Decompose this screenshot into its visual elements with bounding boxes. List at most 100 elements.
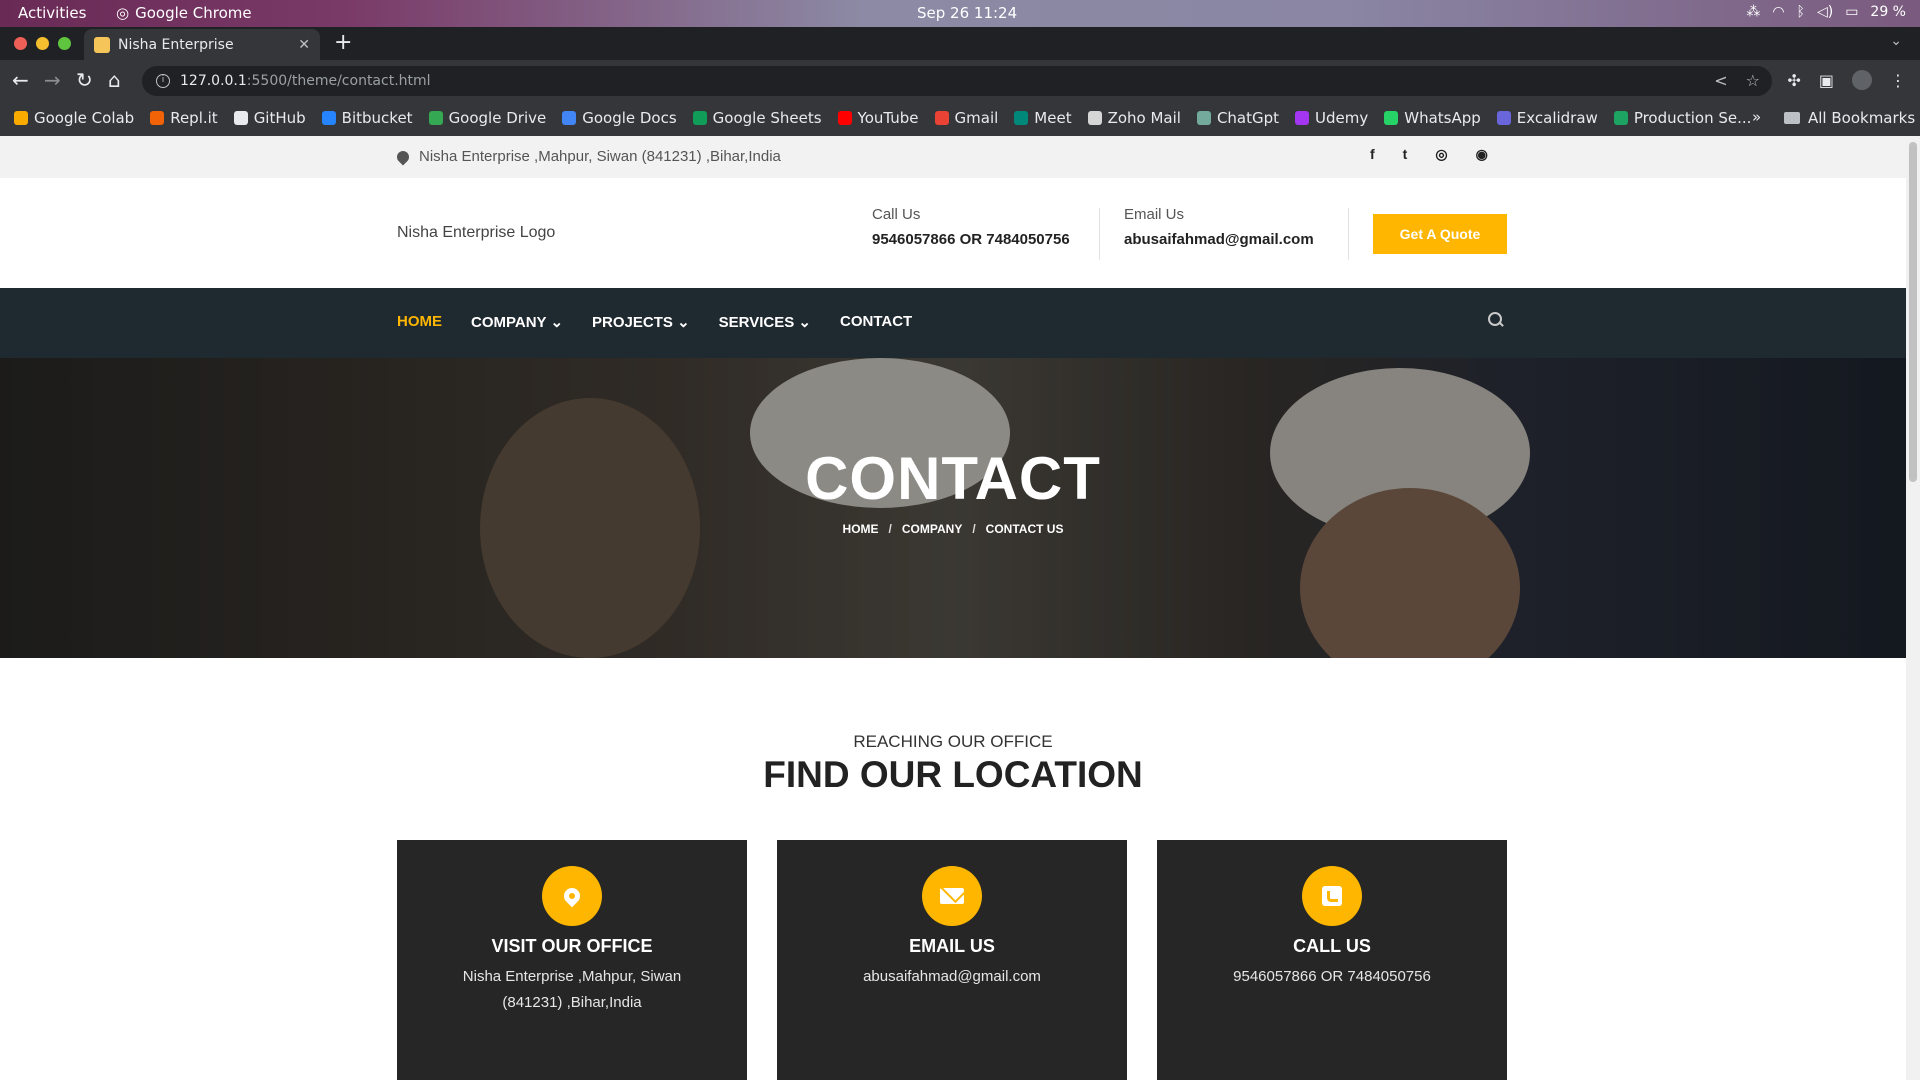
bookmark-label: Zoho Mail: [1107, 109, 1181, 127]
activities-button[interactable]: Activities: [18, 4, 86, 22]
breadcrumb-company[interactable]: COMPANY: [902, 522, 962, 536]
bookmarks-overflow-icon[interactable]: »: [1752, 108, 1761, 126]
contact-card-call: CALL US 9546057866 OR 7484050756: [1157, 840, 1507, 1080]
clock[interactable]: Sep 26 11:24: [917, 4, 1017, 22]
nav-company[interactable]: COMPANY ⌄: [471, 313, 563, 331]
bookmark-item[interactable]: Zoho Mail: [1087, 109, 1181, 127]
app-name: Google Chrome: [135, 4, 252, 22]
back-arrow-icon[interactable]: ←: [12, 69, 29, 91]
bookmark-item[interactable]: ChatGpt: [1196, 109, 1280, 127]
tab-close-icon[interactable]: ✕: [298, 37, 310, 53]
header-email-block: Email Us abusaifahmad@gmail.com: [1124, 206, 1314, 248]
side-panel-icon[interactable]: ▣: [1819, 71, 1834, 90]
bookmark-item[interactable]: Repl.it: [150, 109, 218, 127]
bookmark-label: Google Drive: [448, 109, 547, 127]
scrollbar-thumb[interactable]: [1909, 142, 1917, 482]
get-quote-button[interactable]: Get A Quote: [1373, 214, 1507, 254]
close-window-button[interactable]: [14, 37, 27, 50]
nav-company-label: COMPANY: [471, 314, 547, 331]
header-divider: [1348, 208, 1349, 260]
share-icon[interactable]: <: [1714, 71, 1727, 90]
bookmark-item[interactable]: Google Colab: [14, 109, 134, 127]
facebook-icon[interactable]: f: [1370, 146, 1375, 163]
bookmark-label: WhatsApp: [1404, 109, 1481, 127]
minimize-window-button[interactable]: [36, 37, 49, 50]
card-title: VISIT OUR OFFICE: [491, 936, 653, 956]
all-bookmarks-label: All Bookmarks: [1808, 109, 1916, 127]
forward-arrow-icon[interactable]: →: [44, 69, 61, 91]
bookmark-label: Gmail: [954, 109, 999, 127]
site-info-icon[interactable]: i: [156, 74, 170, 88]
bookmark-label: ChatGpt: [1216, 109, 1280, 127]
new-tab-button[interactable]: +: [334, 30, 352, 55]
card-text: Nisha Enterprise ,Mahpur, Siwan (841231)…: [462, 968, 682, 1011]
bookmark-label: GitHub: [253, 109, 306, 127]
bookmark-star-icon[interactable]: ☆: [1746, 71, 1760, 90]
bookmark-label: Bitbucket: [341, 109, 413, 127]
bookmark-item[interactable]: Google Docs: [562, 109, 677, 127]
home-icon[interactable]: ⌂: [108, 69, 121, 91]
breadcrumb-current: CONTACT US: [985, 522, 1064, 536]
os-top-bar: Activities ◎ Google Chrome Sep 26 11:24 …: [0, 0, 1920, 27]
bookmark-item[interactable]: GitHub: [233, 109, 306, 127]
app-menu[interactable]: ◎ Google Chrome: [116, 4, 252, 22]
network-icon: ⁂: [1746, 4, 1761, 20]
menu-kebab-icon[interactable]: ⋮: [1890, 71, 1906, 90]
instagram-icon[interactable]: ◎: [1435, 146, 1447, 163]
bookmark-item[interactable]: Google Sheets: [692, 109, 822, 127]
site-logo[interactable]: Nisha Enterprise Logo: [397, 224, 555, 242]
bookmark-item[interactable]: Production Se...: [1613, 109, 1752, 127]
nav-projects[interactable]: PROJECTS ⌄: [592, 313, 690, 331]
card-title: EMAIL US: [909, 936, 995, 956]
tab-search-chevron-icon[interactable]: ⌄: [1890, 33, 1902, 49]
call-label: Call Us: [872, 206, 921, 223]
bookmark-label: Excalidraw: [1516, 109, 1598, 127]
chevron-down-icon: ⌄: [798, 314, 811, 331]
bookmark-label: Meet: [1034, 109, 1072, 127]
bookmark-label: Udemy: [1315, 109, 1369, 127]
nav-home[interactable]: HOME: [397, 313, 442, 331]
profile-avatar[interactable]: [1852, 70, 1872, 90]
battery-icon: ▭: [1845, 4, 1859, 20]
reload-icon[interactable]: ↻: [76, 69, 93, 91]
browser-tab[interactable]: Nisha Enterprise ✕: [84, 29, 320, 60]
nav-projects-label: PROJECTS: [592, 314, 673, 331]
breadcrumb: HOME / COMPANY / CONTACT US: [0, 522, 1906, 536]
bookmark-item[interactable]: YouTube: [837, 109, 919, 127]
bookmark-item[interactable]: Excalidraw: [1496, 109, 1598, 127]
bookmark-favicon-icon: [233, 111, 248, 125]
hero-banner: CONTACT HOME / COMPANY / CONTACT US: [0, 358, 1906, 658]
folder-icon: [1784, 112, 1800, 124]
favicon-icon: [94, 36, 110, 53]
all-bookmarks-button[interactable]: All Bookmarks: [1784, 109, 1915, 127]
bookmark-favicon-icon: [1087, 111, 1102, 125]
nav-contact[interactable]: CONTACT: [840, 313, 912, 331]
chrome-icon: ◎: [116, 4, 130, 22]
extensions-icon[interactable]: ✣: [1787, 71, 1800, 90]
search-icon[interactable]: [1488, 312, 1504, 328]
bookmark-item[interactable]: Gmail: [934, 109, 999, 127]
twitter-icon[interactable]: t: [1403, 146, 1408, 163]
bookmark-label: Production Se...: [1633, 109, 1752, 127]
bookmark-favicon-icon: [1496, 111, 1511, 125]
bookmark-item[interactable]: WhatsApp: [1384, 109, 1481, 127]
bookmark-label: YouTube: [857, 109, 919, 127]
maximize-window-button[interactable]: [58, 37, 71, 50]
bookmark-favicon-icon: [1384, 111, 1399, 125]
chevron-down-icon: ⌄: [677, 314, 690, 331]
bookmark-favicon-icon: [14, 111, 28, 125]
page-scrollbar[interactable]: [1906, 136, 1920, 1080]
bookmark-item[interactable]: Udemy: [1295, 109, 1368, 127]
email-value: abusaifahmad@gmail.com: [1124, 231, 1314, 248]
nav-services[interactable]: SERVICES ⌄: [719, 313, 811, 331]
system-tray[interactable]: ⁂ ◠ ᛒ ◁) ▭ 29 %: [1746, 4, 1906, 20]
breadcrumb-home[interactable]: HOME: [843, 522, 879, 536]
address-bar[interactable]: i 127.0.0.1:5500/theme/contact.html < ☆: [142, 66, 1772, 96]
github-icon[interactable]: ◉: [1476, 146, 1488, 163]
bookmark-item[interactable]: Bitbucket: [321, 109, 413, 127]
page-title: CONTACT: [805, 445, 1101, 512]
bookmark-item[interactable]: Meet: [1014, 109, 1072, 127]
bookmark-item[interactable]: Google Drive: [428, 109, 547, 127]
location-pin-icon: [394, 148, 412, 165]
phone-icon: [1302, 866, 1362, 926]
